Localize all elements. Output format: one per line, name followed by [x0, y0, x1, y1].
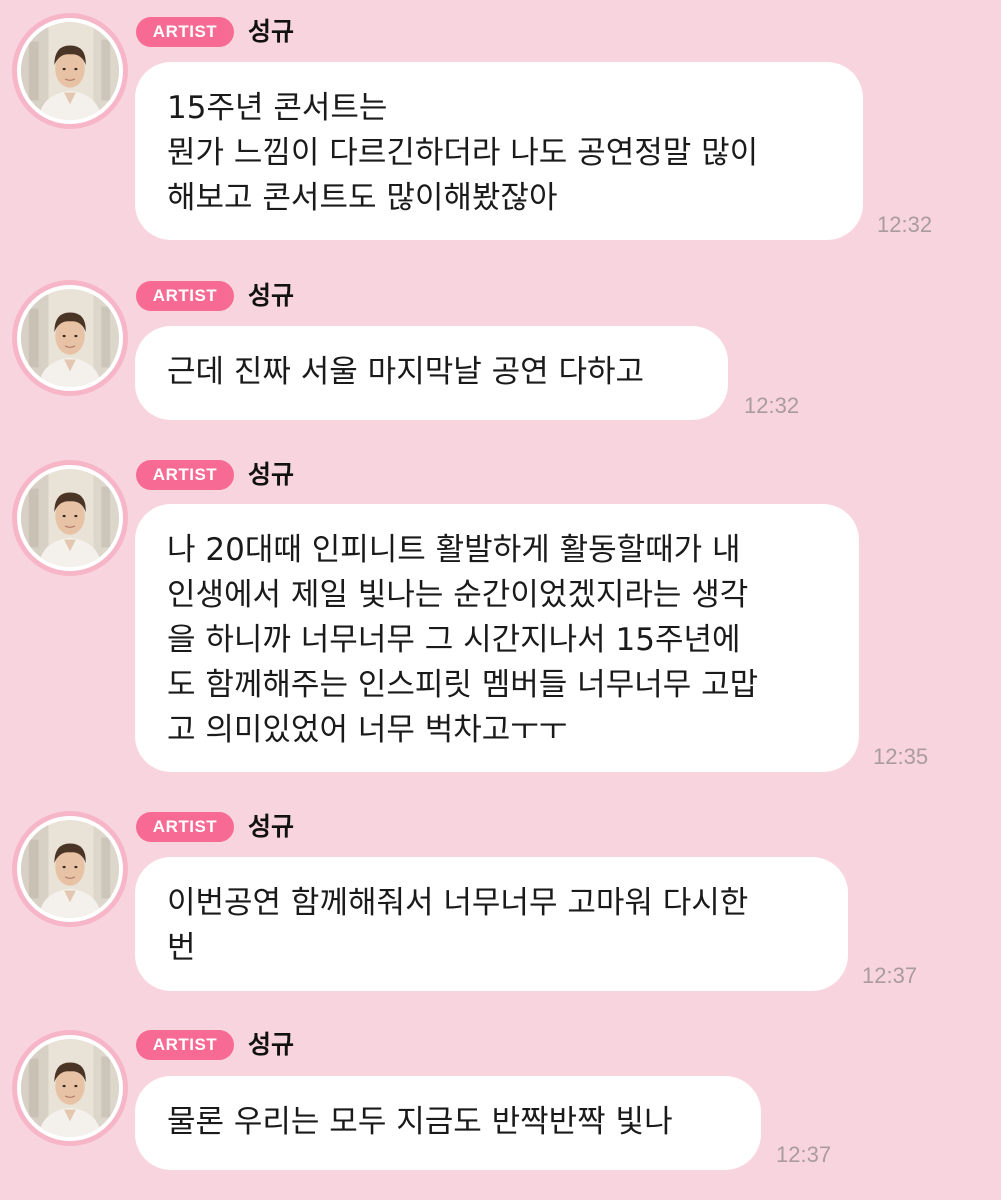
artist-avatar[interactable]: [12, 811, 128, 927]
message-bubble[interactable]: 15주년 콘서트는 뭔가 느낌이 다르긴하더라 나도 공연정말 많이 해보고 콘…: [135, 62, 863, 240]
profile-photo-icon: [21, 289, 119, 387]
artist-badge: ARTIST: [136, 1030, 234, 1060]
artist-avatar[interactable]: [12, 1030, 128, 1146]
artist-avatar[interactable]: [12, 13, 128, 129]
artist-badge: ARTIST: [136, 460, 234, 490]
profile-photo-icon: [21, 1039, 119, 1137]
chat-thread: ARTIST 성규 15주년 콘서트는 뭔가 느낌이 다르긴하더라 나도 공연정…: [0, 0, 1001, 1200]
artist-badge: ARTIST: [136, 17, 234, 47]
message-time: 12:35: [873, 744, 929, 769]
message-time: 12:37: [776, 1142, 832, 1167]
profile-photo-icon: [21, 820, 119, 918]
sender-name: 성규: [248, 1030, 295, 1059]
sender-name: 성규: [248, 460, 295, 489]
artist-avatar[interactable]: [12, 280, 128, 396]
message-time: 12:37: [862, 963, 918, 988]
message-bubble[interactable]: 근데 진짜 서울 마지막날 공연 다하고: [135, 326, 728, 420]
artist-avatar[interactable]: [12, 460, 128, 576]
profile-photo-icon: [21, 22, 119, 120]
message-bubble[interactable]: 이번공연 함께해줘서 너무너무 고마워 다시한 번: [135, 857, 848, 991]
message-time: 12:32: [744, 393, 800, 418]
profile-photo-icon: [21, 469, 119, 567]
sender-name: 성규: [248, 17, 295, 46]
sender-name: 성규: [248, 812, 295, 841]
message-time: 12:32: [877, 212, 933, 237]
sender-name: 성규: [248, 281, 295, 310]
message-bubble[interactable]: 물론 우리는 모두 지금도 반짝반짝 빛나: [135, 1076, 761, 1170]
artist-badge: ARTIST: [136, 812, 234, 842]
artist-badge: ARTIST: [136, 281, 234, 311]
message-bubble[interactable]: 나 20대때 인피니트 활발하게 활동할때가 내 인생에서 제일 빛나는 순간이…: [135, 504, 859, 772]
